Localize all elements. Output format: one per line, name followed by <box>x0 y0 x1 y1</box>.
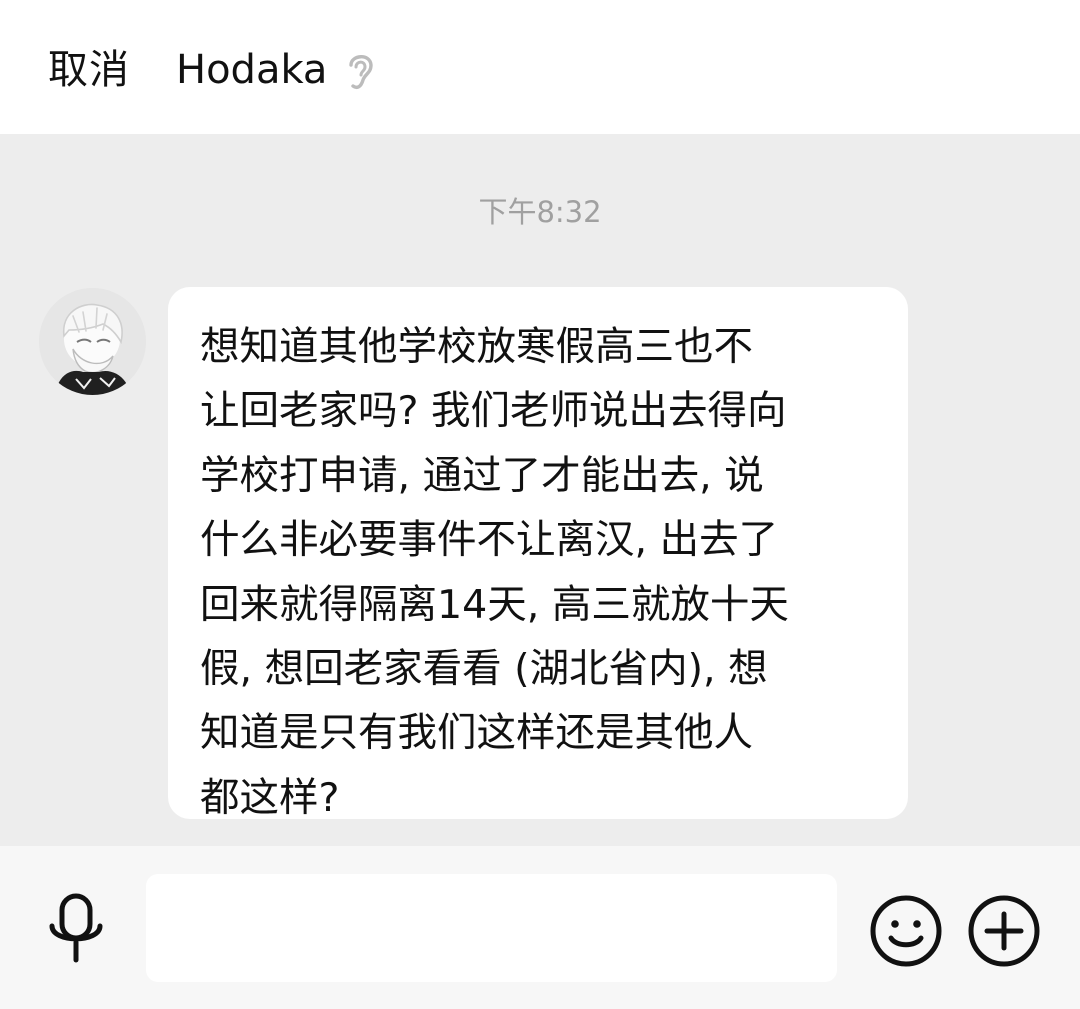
message-text[interactable]: 想知道其他学校放寒假高三也不 让回老家吗? 我们老师说出去得向 学校打申请, 通… <box>200 315 878 830</box>
input-bar <box>0 846 1080 1009</box>
chat-header: 取消 Hodaka <box>0 0 1080 134</box>
chat-area[interactable]: 下午8:32 想知道其他学校放寒假高三也不 让回老家吗? 我们老师说出去得向 学… <box>0 134 1080 846</box>
avatar[interactable] <box>39 288 146 395</box>
cancel-button[interactable]: 取消 <box>48 42 130 98</box>
plus-icon[interactable] <box>966 893 1042 969</box>
contact-name: Hodaka <box>176 47 328 93</box>
message-bubble[interactable]: 想知道其他学校放寒假高三也不 让回老家吗? 我们老师说出去得向 学校打申请, 通… <box>168 287 908 821</box>
microphone-icon[interactable] <box>46 892 106 966</box>
message-input[interactable] <box>146 874 837 982</box>
message-timestamp: 下午8:32 <box>478 195 602 229</box>
smiley-icon[interactable] <box>868 893 944 969</box>
avatar-image <box>39 288 146 395</box>
ear-icon <box>349 55 373 90</box>
